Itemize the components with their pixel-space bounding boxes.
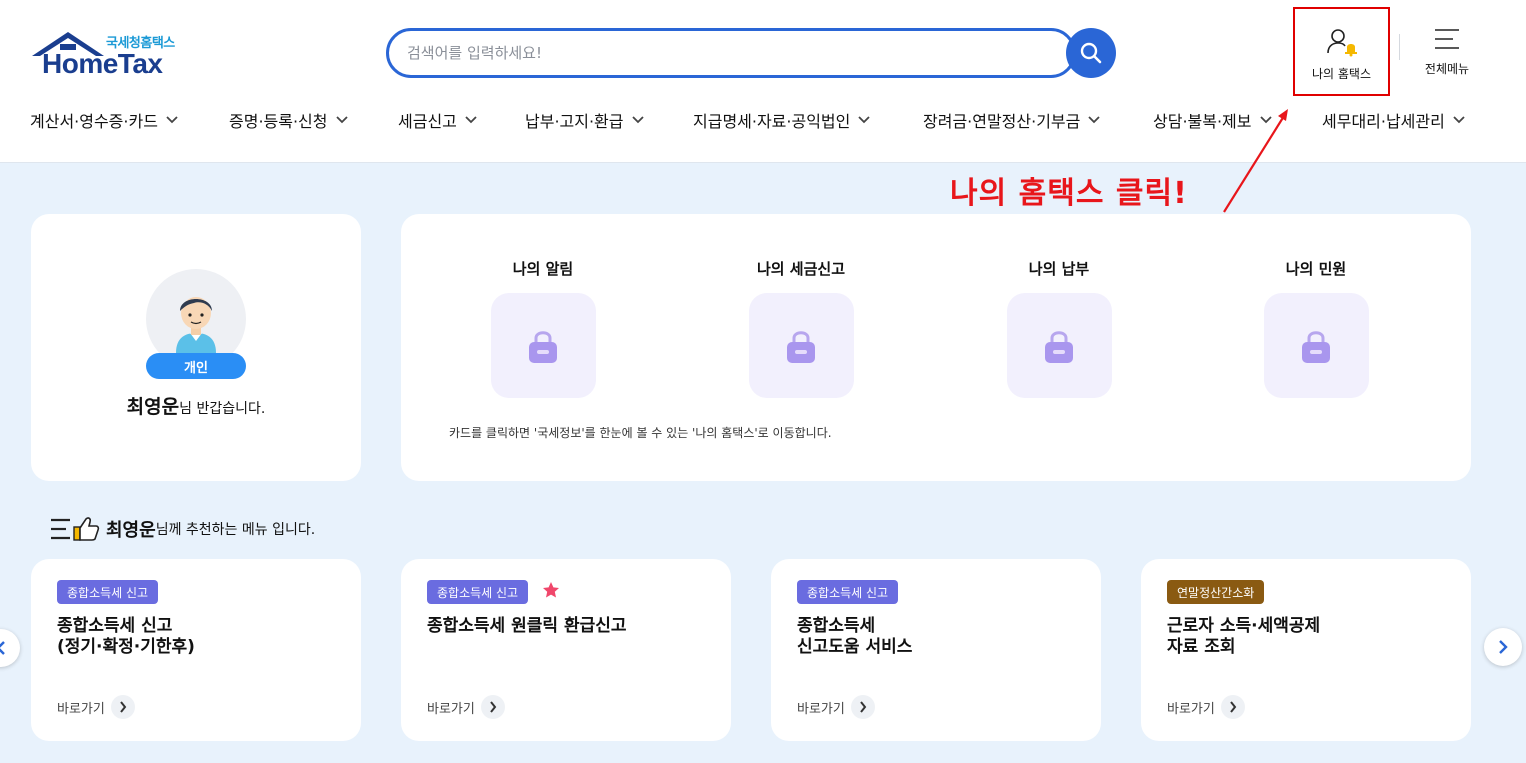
shortcut-label: 바로가기 xyxy=(797,701,845,717)
nav-item-label: 지급명세·자료·공익법인 xyxy=(693,112,851,131)
nav-item-agent[interactable]: 세무대리·납세관리 xyxy=(1322,108,1465,132)
header-divider xyxy=(1399,34,1400,60)
search-icon xyxy=(1080,42,1102,64)
my-hometax-label: 나의 홈택스 xyxy=(1311,67,1371,81)
search-box xyxy=(386,28,1076,78)
summary-lock-box[interactable] xyxy=(1006,293,1112,398)
star-icon xyxy=(543,582,559,598)
recommend-tag: 종합소득세 신고 xyxy=(797,580,899,604)
recommend-tag: 종합소득세 신고 xyxy=(427,580,529,604)
nav-item-label: 세금신고 xyxy=(398,112,457,131)
my-summary-card: 나의 알림 나의 세금신고 나의 납부 나의 민원 카드를 클릭하면 '국세정보… xyxy=(401,214,1471,481)
carousel-next-button[interactable] xyxy=(1484,628,1522,666)
summary-item-notice[interactable]: 나의 알림 xyxy=(463,258,623,398)
user-type-badge: 개인 xyxy=(146,353,246,379)
nav-item-label: 계산서·영수증·카드 xyxy=(30,112,158,131)
chevron-right-icon xyxy=(850,695,875,719)
recommend-card[interactable]: 연말정산간소화 근로자 소득·세액공제 자료 조회 바로가기 xyxy=(1141,559,1471,741)
summary-lock-box[interactable] xyxy=(748,293,854,398)
chevron-right-icon xyxy=(110,695,135,719)
shortcut-link[interactable]: 바로가기 xyxy=(797,695,875,719)
recommend-card-title: 근로자 소득·세액공제 자료 조회 xyxy=(1167,616,1321,657)
chevron-down-icon xyxy=(858,116,871,124)
chevron-down-icon xyxy=(1453,116,1465,124)
user-name: 최영운 xyxy=(126,396,180,418)
all-menu-button[interactable]: 전체메뉴 xyxy=(1412,26,1482,86)
recommend-user-name: 최영운 xyxy=(106,520,156,541)
shortcut-label: 바로가기 xyxy=(427,701,475,717)
chevron-down-icon xyxy=(465,116,477,124)
summary-item-payment[interactable]: 나의 납부 xyxy=(979,258,1139,398)
nav-item-label: 납부·고지·환급 xyxy=(525,112,624,131)
lock-icon xyxy=(529,330,557,363)
shortcut-label: 바로가기 xyxy=(57,701,105,717)
summary-lock-box[interactable] xyxy=(1263,293,1369,398)
summary-item-title: 나의 세금신고 xyxy=(756,260,846,278)
lock-icon xyxy=(787,330,815,363)
shortcut-link[interactable]: 바로가기 xyxy=(1167,695,1245,719)
nav-item-statement[interactable]: 지급명세·자료·공익법인 xyxy=(693,108,871,132)
summary-item-tax-filing[interactable]: 나의 세금신고 xyxy=(721,258,881,398)
recommend-card-title: 종합소득세 신고 (정기·확정·기한후) xyxy=(57,616,195,657)
summary-note: 카드를 클릭하면 '국세정보'를 한눈에 볼 수 있는 '나의 홈택스'로 이동… xyxy=(449,426,832,440)
shortcut-link[interactable]: 바로가기 xyxy=(57,695,135,719)
search-button[interactable] xyxy=(1066,28,1116,78)
nav-item-incentive[interactable]: 장려금·연말정산·기부금 xyxy=(923,108,1101,132)
nav-item-payment[interactable]: 납부·고지·환급 xyxy=(525,108,644,132)
recommend-tag: 연말정산간소화 xyxy=(1167,580,1265,604)
greeting-suffix: 님 반갑습니다. xyxy=(179,401,266,417)
nav-item-certificate[interactable]: 증명·등록·신청 xyxy=(229,108,348,132)
my-hometax-button[interactable]: 나의 홈택스 xyxy=(1293,7,1390,96)
recommend-card[interactable]: 종합소득세 신고 종합소득세 신고도움 서비스 바로가기 xyxy=(771,559,1101,741)
logo-title: HomeTax xyxy=(42,48,163,79)
summary-item-title: 나의 알림 xyxy=(512,260,574,278)
chevron-down-icon xyxy=(1088,116,1101,124)
lock-icon xyxy=(1045,330,1073,363)
annotation-arrow xyxy=(1223,109,1288,213)
shortcut-link[interactable]: 바로가기 xyxy=(427,695,505,719)
user-bell-icon xyxy=(1326,29,1357,57)
recommend-card[interactable]: 종합소득세 신고 종합소득세 원클릭 환급신고 바로가기 xyxy=(401,559,731,741)
recommend-suffix: 님께 추천하는 메뉴 입니다. xyxy=(155,522,316,538)
summary-lock-box[interactable] xyxy=(490,293,596,398)
shortcut-label: 바로가기 xyxy=(1167,701,1215,717)
nav-item-label: 증명·등록·신청 xyxy=(229,112,328,131)
chevron-left-icon xyxy=(0,641,5,655)
chevron-right-icon xyxy=(1220,695,1245,719)
recommend-card-title: 종합소득세 원클릭 환급신고 xyxy=(427,616,627,636)
chevron-down-icon xyxy=(166,116,178,124)
nav-item-invoice[interactable]: 계산서·영수증·카드 xyxy=(30,108,178,132)
nav-item-label: 세무대리·납세관리 xyxy=(1322,112,1445,131)
summary-item-title: 나의 민원 xyxy=(1285,260,1347,278)
lock-icon xyxy=(1302,330,1330,363)
recommend-tag: 종합소득세 신고 xyxy=(57,580,159,604)
nav-item-tax-filing[interactable]: 세금신고 xyxy=(398,108,477,132)
recommend-card[interactable]: 종합소득세 신고 종합소득세 신고 (정기·확정·기한후) 바로가기 xyxy=(31,559,361,741)
summary-item-petition[interactable]: 나의 민원 xyxy=(1236,258,1396,398)
nav-item-label: 장려금·연말정산·기부금 xyxy=(923,112,1081,131)
chevron-right-icon xyxy=(1499,640,1508,654)
carousel-prev-button[interactable] xyxy=(0,629,20,667)
chevron-down-icon xyxy=(335,116,348,124)
search-input[interactable] xyxy=(407,31,1047,75)
recommend-heading: 최영운 님께 추천하는 메뉴 입니다. xyxy=(50,515,315,543)
thumbs-up-list-icon xyxy=(51,517,100,541)
greeting: 최영운님 반갑습니다. xyxy=(31,392,361,419)
all-menu-label: 전체메뉴 xyxy=(1424,62,1470,76)
chevron-down-icon xyxy=(631,116,644,124)
annotation-text: 나의 홈택스 클릭! xyxy=(950,176,1188,211)
recommend-card-title: 종합소득세 신고도움 서비스 xyxy=(797,616,913,657)
summary-item-title: 나의 납부 xyxy=(1028,260,1090,278)
chevron-right-icon xyxy=(480,695,505,719)
hamburger-menu-icon xyxy=(1435,29,1459,49)
hometax-logo[interactable]: 국세청홈택스 HomeTax xyxy=(30,30,190,80)
profile-card: 개인 최영운님 반갑습니다. xyxy=(31,214,361,481)
